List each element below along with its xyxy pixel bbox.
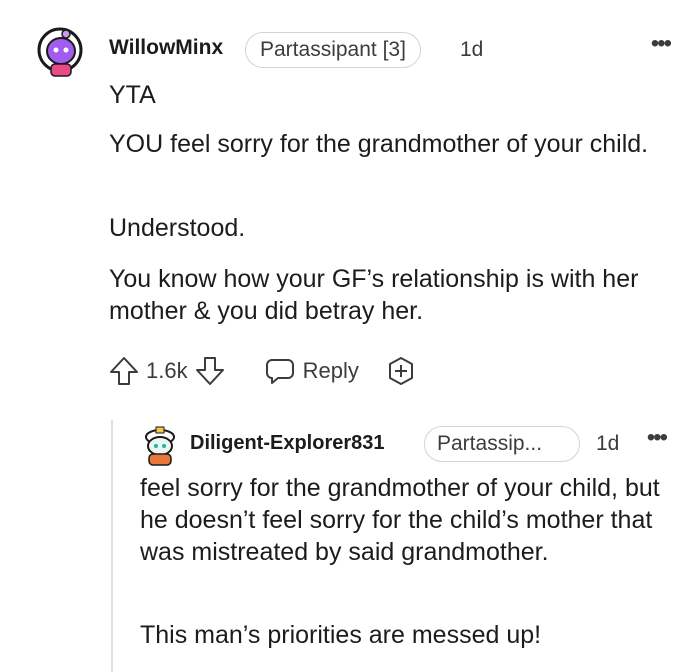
reply-body: This man’s priorities are messed up!: [140, 619, 680, 651]
username[interactable]: Diligent-Explorer831: [190, 432, 385, 455]
avatar[interactable]: [140, 423, 180, 467]
comment-age: 1d: [460, 38, 484, 61]
vote-count: 1.6k: [146, 358, 188, 383]
comment-body: YOU feel sorry for the grandmother of yo…: [109, 128, 669, 160]
comment-paragraph: This man’s priorities are messed up!: [140, 621, 542, 649]
avatar[interactable]: [36, 22, 86, 80]
more-options-icon[interactable]: •••: [651, 30, 672, 58]
downvote-button[interactable]: [194, 355, 226, 387]
award-icon: [388, 357, 413, 385]
upvote-button[interactable]: [108, 355, 140, 387]
user-flair: Partassip...: [424, 426, 580, 462]
comment-actions: 1.6k Reply: [108, 352, 417, 390]
comment-age: 1d: [596, 432, 620, 455]
reply-body: feel sorry for the grandmother of your c…: [140, 472, 680, 568]
upvote-icon: [110, 357, 138, 385]
thread-line[interactable]: [111, 420, 113, 672]
comment-body: You know how your GF’s relationship is w…: [109, 263, 669, 327]
comment-paragraph: Understood.: [109, 214, 246, 242]
more-options-icon[interactable]: •••: [647, 424, 668, 452]
comment-body: YTA: [109, 79, 669, 111]
comment-paragraph: YTA: [109, 81, 156, 109]
award-button[interactable]: [385, 355, 417, 387]
reply-icon: [265, 359, 294, 384]
comment-body: Understood.: [109, 212, 669, 244]
comment-paragraph: YOU feel sorry for the grandmother of yo…: [109, 130, 649, 158]
reply-label: Reply: [302, 358, 359, 383]
username[interactable]: WillowMinx: [109, 36, 223, 60]
user-flair: Partassipant [3]: [245, 32, 421, 68]
comment-paragraph: feel sorry for the grandmother of your c…: [140, 474, 660, 566]
comment-paragraph: You know how your GF’s relationship is w…: [109, 265, 639, 325]
downvote-icon: [195, 357, 224, 385]
reply-button[interactable]: Reply: [264, 355, 359, 387]
